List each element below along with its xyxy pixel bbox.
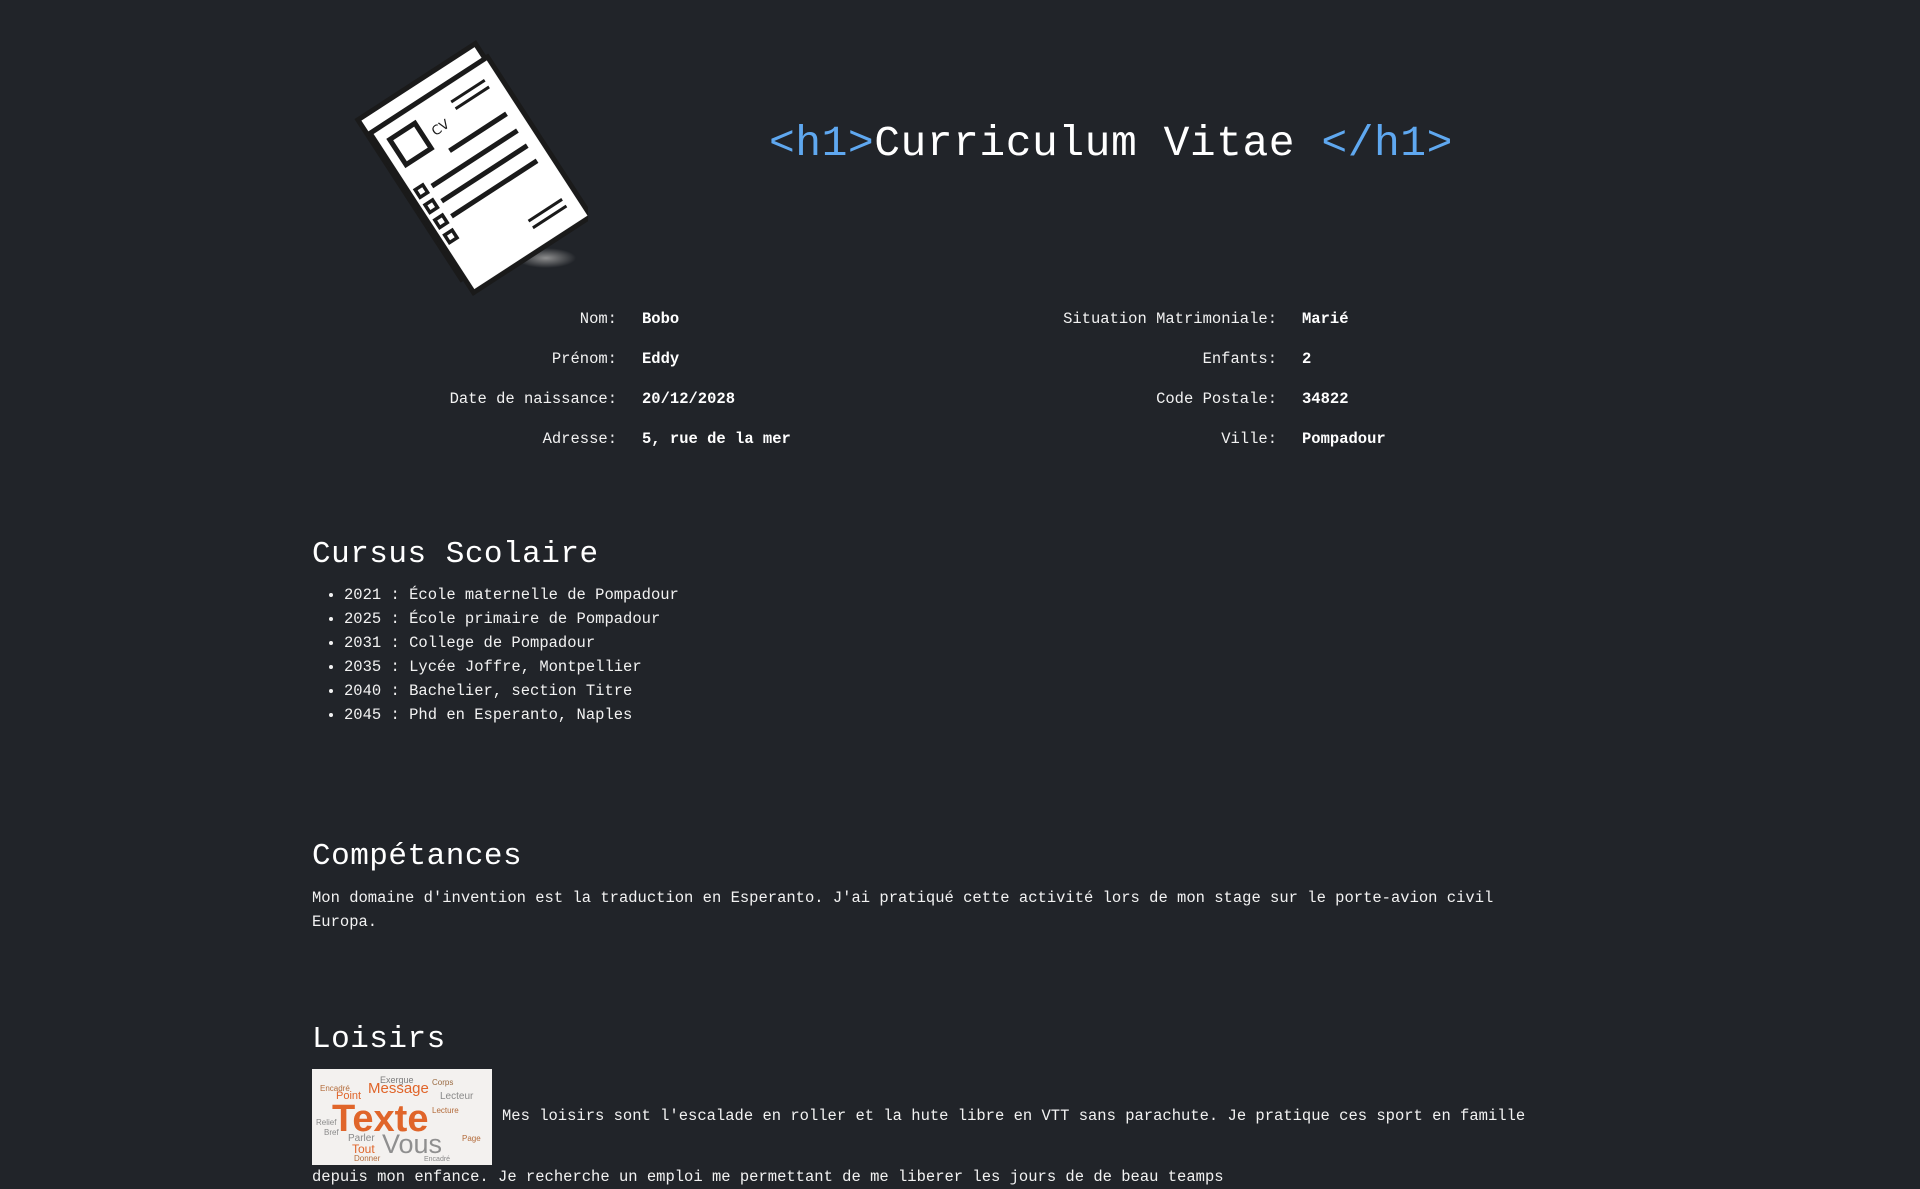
- section-title-loisirs: Loisirs: [312, 1022, 446, 1057]
- label-adresse: Adresse:: [542, 430, 617, 448]
- section-title-cursus: Cursus Scolaire: [312, 537, 599, 572]
- word-cloud-image: Encadré Exergue Message Corps Point Lect…: [312, 1069, 492, 1165]
- value-situation: Marié: [1302, 310, 1349, 328]
- section-title-competences: Compétances: [312, 839, 523, 874]
- wordcloud-word: Relief: [316, 1118, 337, 1127]
- cv-document-icon: CV: [354, 40, 588, 297]
- cursus-list: 2021 : École maternelle de Pompadour 202…: [312, 583, 679, 727]
- cv-page: CV <h1>Curriculum Vitae </h1> Nom: Bobo …: [312, 0, 1612, 1189]
- wordcloud-word: Lecture: [432, 1106, 459, 1115]
- label-prenom: Prénom:: [551, 350, 617, 368]
- label-date-naissance: Date de naissance:: [449, 390, 617, 408]
- wordcloud-word: Vous: [382, 1129, 442, 1159]
- wordcloud-word: Encadré: [424, 1156, 450, 1163]
- value-prenom: Eddy: [642, 350, 680, 368]
- label-ville: Ville:: [1221, 430, 1277, 448]
- label-enfants: Enfants:: [1202, 350, 1277, 368]
- loisirs-line-1: Mes loisirs sont l'escalade en roller et…: [502, 1107, 1526, 1125]
- loisirs-line-2: depuis mon enfance. Je recherche un empl…: [312, 1168, 1224, 1186]
- wordcloud-word: Bref: [324, 1128, 339, 1137]
- label-code-postal: Code Postale:: [1156, 390, 1277, 408]
- value-enfants: 2: [1302, 350, 1312, 368]
- label-nom: Nom:: [579, 310, 617, 328]
- wordcloud-word: Message: [368, 1080, 429, 1097]
- list-item: 2045 : Phd en Esperanto, Naples: [344, 703, 679, 727]
- wordcloud-word: Page: [462, 1134, 481, 1143]
- competences-line-1: Mon domaine d'invention est la traductio…: [312, 889, 1494, 907]
- list-item: 2021 : École maternelle de Pompadour: [344, 583, 679, 607]
- value-ville: Pompadour: [1302, 430, 1386, 448]
- value-adresse: 5, rue de la mer: [642, 430, 791, 448]
- list-item: 2040 : Bachelier, section Titre: [344, 679, 679, 703]
- value-code-postal: 34822: [1302, 390, 1349, 408]
- wordcloud-word: Lecteur: [440, 1091, 474, 1102]
- list-item: 2035 : Lycée Joffre, Montpellier: [344, 655, 679, 679]
- title-tag-close: </h1>: [1321, 119, 1453, 168]
- title-tag-open: <h1>: [769, 119, 875, 168]
- wordcloud-word: Corps: [432, 1078, 453, 1087]
- wordcloud-word: Donner: [354, 1154, 381, 1163]
- title-text: Curriculum Vitae: [874, 119, 1322, 168]
- value-nom: Bobo: [642, 310, 680, 328]
- competences-line-2: Europa.: [312, 913, 378, 931]
- label-situation: Situation Matrimoniale:: [1063, 310, 1277, 328]
- list-item: 2031 : College de Pompadour: [344, 631, 679, 655]
- value-date-naissance: 20/12/2028: [642, 390, 736, 408]
- list-item: 2025 : École primaire de Pompadour: [344, 607, 679, 631]
- page-title: <h1>Curriculum Vitae </h1>: [769, 118, 1453, 170]
